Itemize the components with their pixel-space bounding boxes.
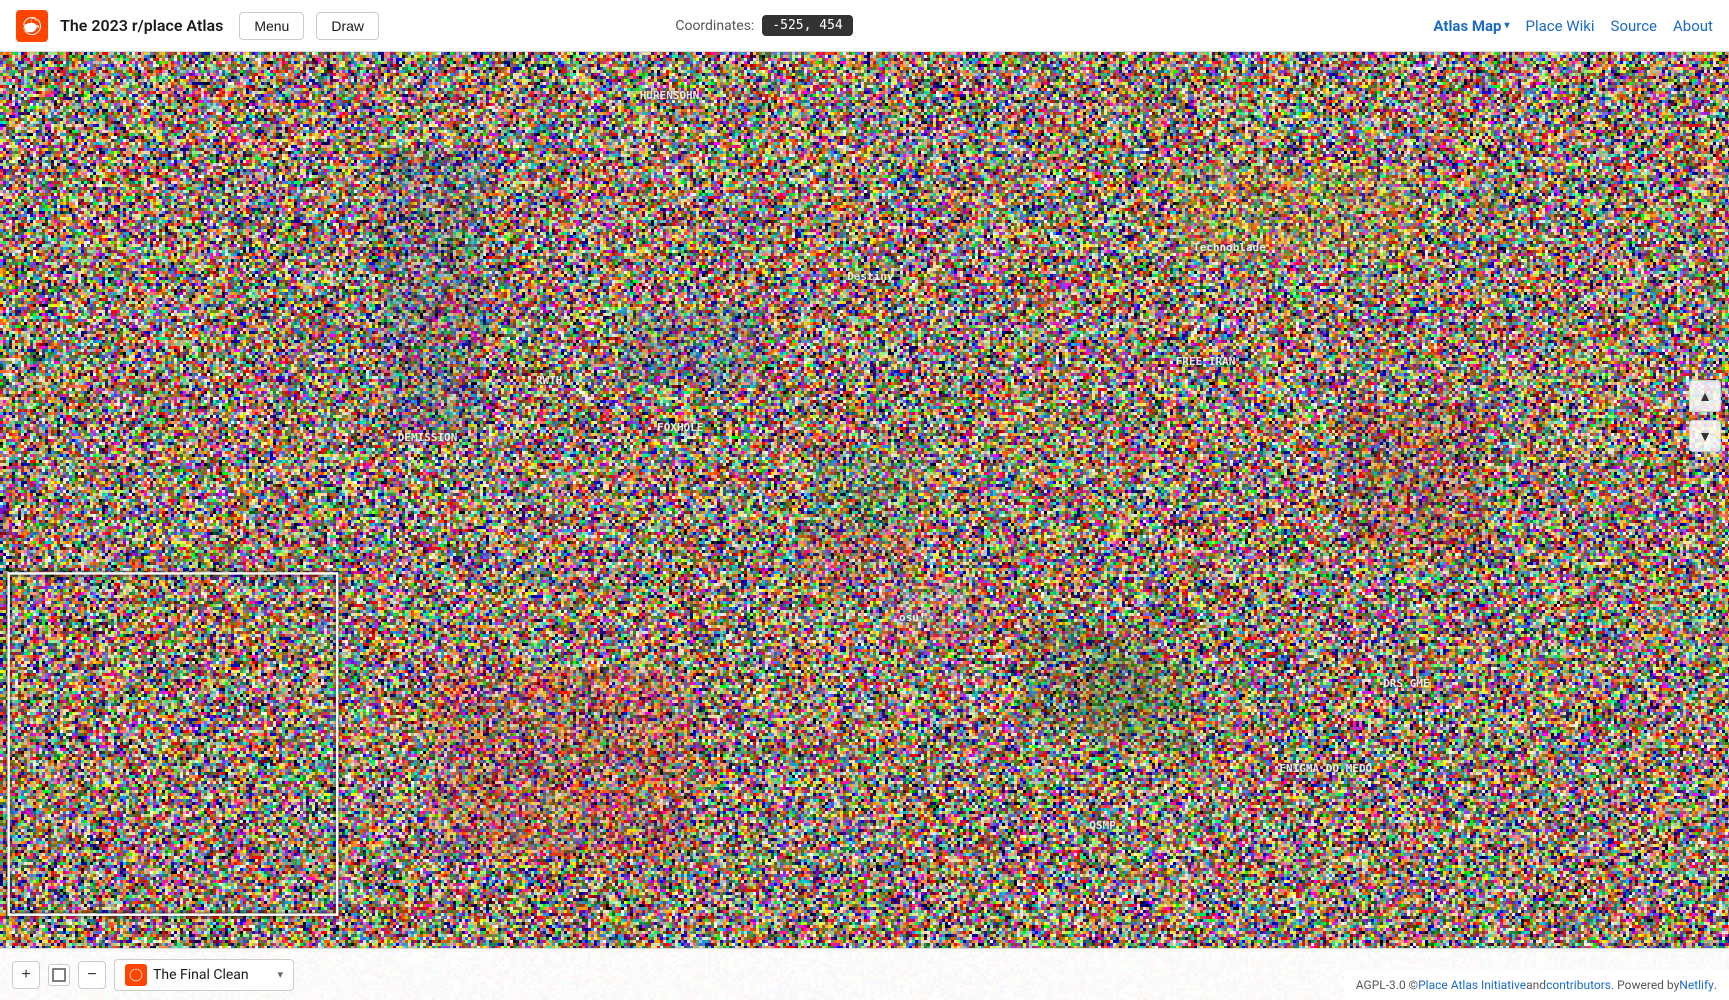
nav-links: Atlas Map ▾ Place Wiki Source About	[1433, 17, 1713, 35]
scroll-down-arrow[interactable]: ▼	[1689, 420, 1721, 452]
draw-button[interactable]: Draw	[316, 12, 379, 40]
contributors-link[interactable]: contributors	[1546, 978, 1611, 992]
about-link[interactable]: About	[1673, 17, 1713, 35]
atlas-map-arrow: ▾	[1504, 20, 1509, 31]
navbar: The 2023 r/place Atlas Menu Draw Coordin…	[0, 0, 1729, 52]
coordinates-value: -525, 454	[762, 15, 852, 36]
scroll-up-arrow[interactable]: ▲	[1689, 380, 1721, 412]
coordinates-label: Coordinates:	[675, 18, 754, 34]
entry-name: The Final Clean	[153, 967, 271, 983]
netlify-link[interactable]: Netlify	[1679, 978, 1714, 992]
footer-and: and	[1526, 978, 1546, 992]
logo-icon	[22, 16, 42, 36]
canvas-overlay	[0, 52, 1729, 1000]
place-atlas-initiative-link[interactable]: Place Atlas Initiative	[1418, 978, 1526, 992]
footer-text: AGPL-3.0 © Place Atlas Initiative and co…	[1344, 970, 1729, 1000]
footer-agpl: AGPL-3.0 ©	[1356, 978, 1418, 992]
entry-icon	[125, 964, 147, 986]
place-wiki-link[interactable]: Place Wiki	[1526, 17, 1595, 35]
footer-powered: . Powered by	[1611, 978, 1679, 992]
entry-chevron: ▾	[277, 968, 283, 981]
menu-button[interactable]: Menu	[239, 12, 304, 40]
zoom-out-button[interactable]: −	[78, 961, 106, 989]
canvas-area[interactable]	[0, 52, 1729, 1000]
atlas-map-label: Atlas Map	[1433, 17, 1501, 35]
site-title: The 2023 r/place Atlas	[60, 16, 223, 35]
entry-logo-icon	[129, 968, 143, 982]
zoom-in-button[interactable]: +	[12, 961, 40, 989]
site-logo	[16, 10, 48, 42]
footer-end: .	[1714, 978, 1717, 992]
entry-selector[interactable]: The Final Clean ▾	[114, 959, 294, 991]
reset-zoom-icon	[52, 968, 66, 982]
source-link[interactable]: Source	[1611, 17, 1657, 35]
atlas-map-dropdown[interactable]: Atlas Map ▾	[1433, 17, 1509, 35]
coordinates-section: Coordinates: -525, 454	[675, 15, 852, 36]
reset-zoom-button[interactable]	[48, 964, 70, 986]
